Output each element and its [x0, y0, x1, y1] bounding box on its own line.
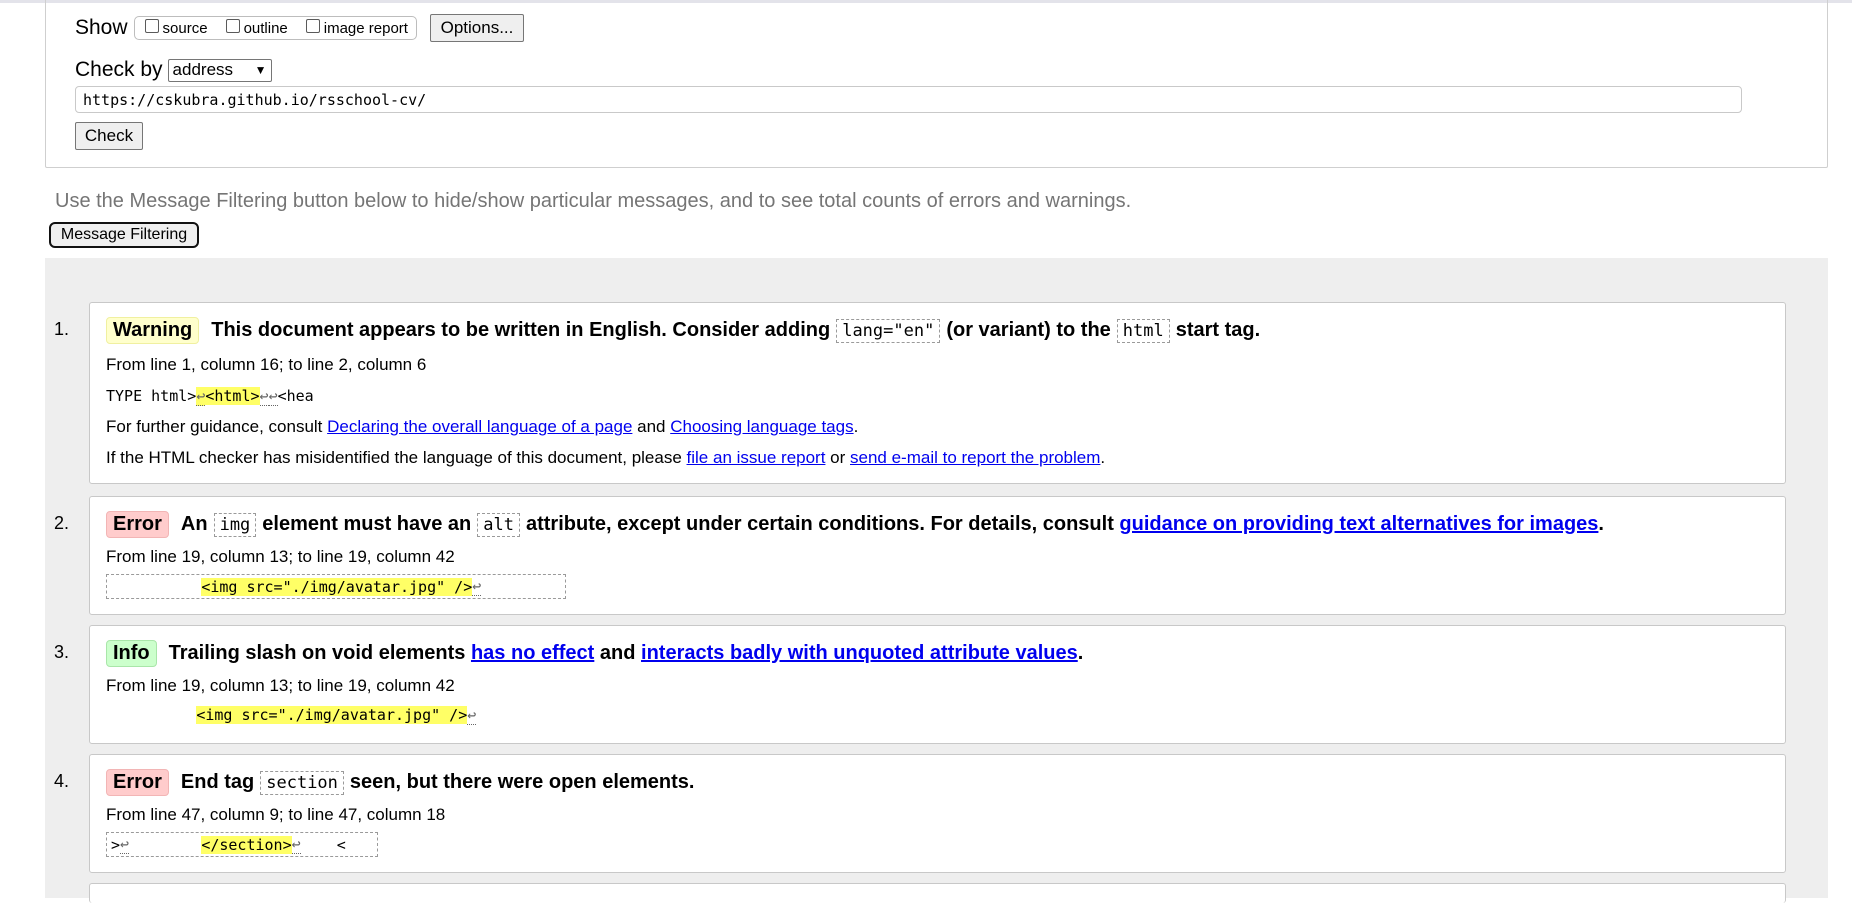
report-text: . [1100, 448, 1106, 467]
extract-indent [301, 836, 337, 854]
source-extract: <img src="./img/avatar.jpg" /> ↩ [106, 704, 477, 726]
message-number: 4. [54, 771, 70, 791]
line-break-icon: ↩ [196, 386, 206, 406]
line-break-icon: ↩ [259, 386, 269, 406]
extract-indent [129, 836, 201, 854]
extract-text: < [336, 835, 346, 854]
url-input[interactable]: https://cskubra.github.io/rsschool-cv/ [75, 86, 1742, 113]
message-location: From line 1, column 16; to line 2, colum… [106, 355, 427, 374]
message-text: . [1598, 513, 1604, 535]
message-text: element must have an [262, 513, 472, 535]
show-options-group: source outline image report [133, 16, 417, 40]
report-text: or [825, 448, 850, 467]
outline-checkbox[interactable] [225, 19, 240, 33]
message-number: 2. [54, 513, 70, 533]
extract-text: <hea [277, 387, 314, 405]
check-by-label: Check by [75, 58, 163, 81]
message-location: From line 19, column 13; to line 19, col… [106, 676, 455, 695]
check-by-row: Check by address ▼ [75, 56, 272, 84]
check-by-select[interactable]: address ▼ [167, 58, 272, 82]
extract-highlight: <img src="./img/avatar.jpg" /> [201, 577, 473, 596]
source-extract: > ↩ </section> ↩ < [106, 832, 378, 857]
warning-badge: Warning [106, 317, 200, 344]
code-snippet: section [260, 770, 344, 795]
message-item [89, 883, 1786, 903]
send-email-link[interactable]: send e-mail to report the problem [850, 448, 1100, 467]
info-badge: Info [106, 640, 157, 667]
source-checkbox[interactable] [144, 19, 159, 33]
extract-text: TYPE html> [106, 387, 197, 405]
line-break-icon: ↩ [472, 577, 482, 596]
message-filtering-button[interactable]: Message Filtering [49, 222, 199, 248]
message-number: 1. [54, 319, 70, 339]
source-extract: TYPE html> ↩ <html> ↩ ↩ <hea [106, 385, 314, 407]
code-snippet: html [1116, 318, 1170, 343]
message-location: From line 19, column 13; to line 19, col… [106, 547, 455, 566]
message-text: This document appears to be written in E… [211, 319, 831, 341]
message-text: (or variant) to the [946, 319, 1111, 341]
no-effect-link[interactable]: has no effect [471, 642, 594, 665]
outline-checkbox-label[interactable]: outline [244, 20, 288, 37]
guidance-text: and [632, 417, 671, 436]
guidance-text: . [853, 417, 859, 436]
extract-indent [111, 578, 201, 596]
message-text: End tag [180, 771, 255, 793]
filtering-hint: Use the Message Filtering button below t… [55, 190, 1132, 212]
message-location: From line 47, column 9; to line 47, colu… [106, 805, 446, 824]
line-break-icon: ↩ [467, 705, 477, 725]
message-item: 1. Warning This document appears to be w… [54, 302, 1786, 484]
report-text: If the HTML checker has misidentified th… [106, 448, 687, 467]
chevron-down-icon: ▼ [254, 63, 267, 77]
error-badge: Error [106, 511, 169, 538]
source-extract: <img src="./img/avatar.jpg" /> ↩ [106, 574, 566, 599]
url-input-value: https://cskubra.github.io/rsschool-cv/ [83, 90, 427, 109]
line-break-icon: ↩ [291, 835, 301, 854]
message-title: Error End tag section seen, but there we… [106, 769, 694, 796]
guidance-line: For further guidance, consult Declaring … [106, 417, 858, 437]
extract-highlight: </section> [201, 835, 292, 854]
message-text: and [599, 642, 636, 664]
declaring-language-link[interactable]: Declaring the overall language of a page [327, 417, 632, 436]
message-item: 3. Info Trailing slash on void elements … [54, 625, 1786, 744]
code-snippet: img [213, 512, 257, 537]
line-break-icon: ↩ [120, 835, 130, 854]
line-break-icon: ↩ [268, 386, 278, 406]
unquoted-attribute-link[interactable]: interacts badly with unquoted attribute … [641, 642, 1078, 665]
message-title: Warning This document appears to be writ… [106, 317, 1260, 344]
check-button[interactable]: Check [75, 122, 143, 150]
extract-indent [106, 706, 196, 724]
source-checkbox-label[interactable]: source [163, 20, 208, 37]
message-text: attribute, except under certain conditio… [525, 513, 1114, 535]
show-label: Show [75, 16, 128, 39]
show-options-row: Show source outline image report [75, 14, 417, 42]
message-number: 3. [54, 642, 70, 662]
message-text: An [180, 513, 208, 535]
guidance-text: For further guidance, consult [106, 417, 328, 436]
report-line: If the HTML checker has misidentified th… [106, 448, 1105, 468]
image-report-checkbox[interactable] [305, 19, 320, 33]
message-text: Trailing slash on void elements [168, 642, 466, 664]
extract-text: > [111, 835, 121, 854]
message-text: seen, but there were open elements. [349, 771, 695, 793]
extract-highlight: <img src="./img/avatar.jpg" /> [196, 706, 468, 724]
extract-highlight: <html> [205, 387, 260, 405]
code-snippet: lang="en" [836, 318, 941, 343]
image-report-checkbox-label[interactable]: image report [324, 20, 408, 37]
message-text: start tag. [1175, 319, 1261, 341]
message-title: Info Trailing slash on void elements has… [106, 640, 1083, 667]
file-issue-link[interactable]: file an issue report [687, 448, 826, 467]
choosing-language-tags-link[interactable]: Choosing language tags [670, 417, 853, 436]
error-badge: Error [106, 769, 169, 796]
message-text: . [1077, 642, 1084, 664]
message-item: 4. Error End tag section seen, but there… [54, 754, 1786, 873]
code-snippet: alt [477, 512, 520, 537]
message-item: 2. Error An img element must have an alt… [54, 496, 1786, 615]
message-title: Error An img element must have an alt at… [106, 511, 1604, 538]
options-button[interactable]: Options... [430, 14, 524, 42]
check-by-value: address [172, 60, 234, 79]
text-alternatives-link[interactable]: guidance on providing text alternatives … [1119, 513, 1598, 536]
